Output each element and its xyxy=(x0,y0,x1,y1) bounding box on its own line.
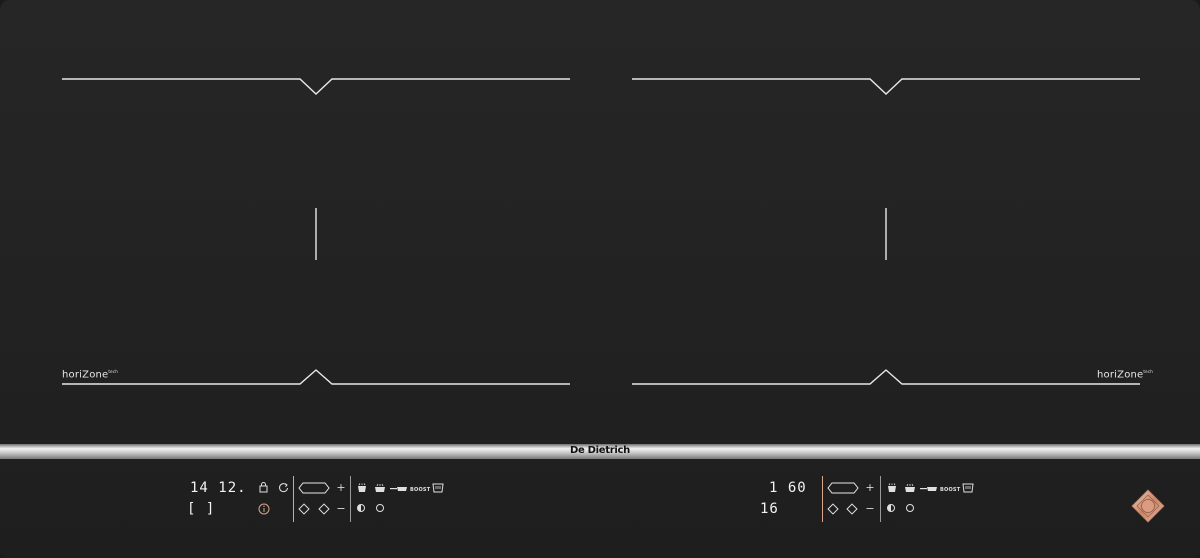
steam-icon[interactable] xyxy=(962,483,974,493)
minus-button[interactable]: − xyxy=(336,503,346,515)
boost-label[interactable]: BOOST xyxy=(410,487,430,493)
lock-icon[interactable] xyxy=(259,482,268,493)
zone-right-bottom-line xyxy=(632,369,1140,385)
cooktop-panel: horiZonetech horiZonetech De Dietrich 14… xyxy=(0,0,1200,558)
zone-label-left: horiZonetech xyxy=(62,369,118,381)
divider-line xyxy=(293,476,294,522)
oval-zone-icon[interactable] xyxy=(298,482,330,494)
grill-pan-icon[interactable] xyxy=(374,483,386,493)
fry-pan-icon[interactable] xyxy=(390,486,408,492)
steam-icon[interactable] xyxy=(432,483,444,493)
brand-logo: De Dietrich xyxy=(570,445,630,456)
right-display-top: 1 60 xyxy=(769,480,807,496)
minus-button[interactable]: − xyxy=(865,503,875,515)
pot-icon[interactable] xyxy=(356,483,368,493)
left-display-top: 14 12. xyxy=(190,480,247,496)
power-button-icon[interactable] xyxy=(1130,488,1166,524)
half-circle-icon[interactable] xyxy=(887,504,895,512)
info-icon[interactable] xyxy=(258,503,270,515)
zone-left-top-line xyxy=(62,78,570,95)
pot-icon[interactable] xyxy=(886,483,898,493)
right-display-bottom: 16 xyxy=(760,501,779,517)
zone-left-bottom-line xyxy=(62,369,570,385)
divider-line xyxy=(880,476,881,522)
circle-icon[interactable] xyxy=(906,504,914,512)
zone-label-right: horiZonetech xyxy=(1097,369,1153,381)
timer-reset-icon[interactable] xyxy=(278,482,289,493)
divider-line xyxy=(822,476,823,522)
grill-pan-icon[interactable] xyxy=(904,483,916,493)
zone-right-top-line xyxy=(632,78,1140,95)
cooking-zone-markings xyxy=(62,78,1140,385)
oval-zone-icon[interactable] xyxy=(827,482,859,494)
half-circle-icon[interactable] xyxy=(357,504,365,512)
plus-button[interactable]: + xyxy=(336,482,346,494)
fry-pan-icon[interactable] xyxy=(920,486,938,492)
left-display-bottom: [ ] xyxy=(187,501,216,517)
boost-label[interactable]: BOOST xyxy=(940,487,960,493)
plus-button[interactable]: + xyxy=(865,482,875,494)
divider-line xyxy=(350,476,351,522)
circle-icon[interactable] xyxy=(376,504,384,512)
